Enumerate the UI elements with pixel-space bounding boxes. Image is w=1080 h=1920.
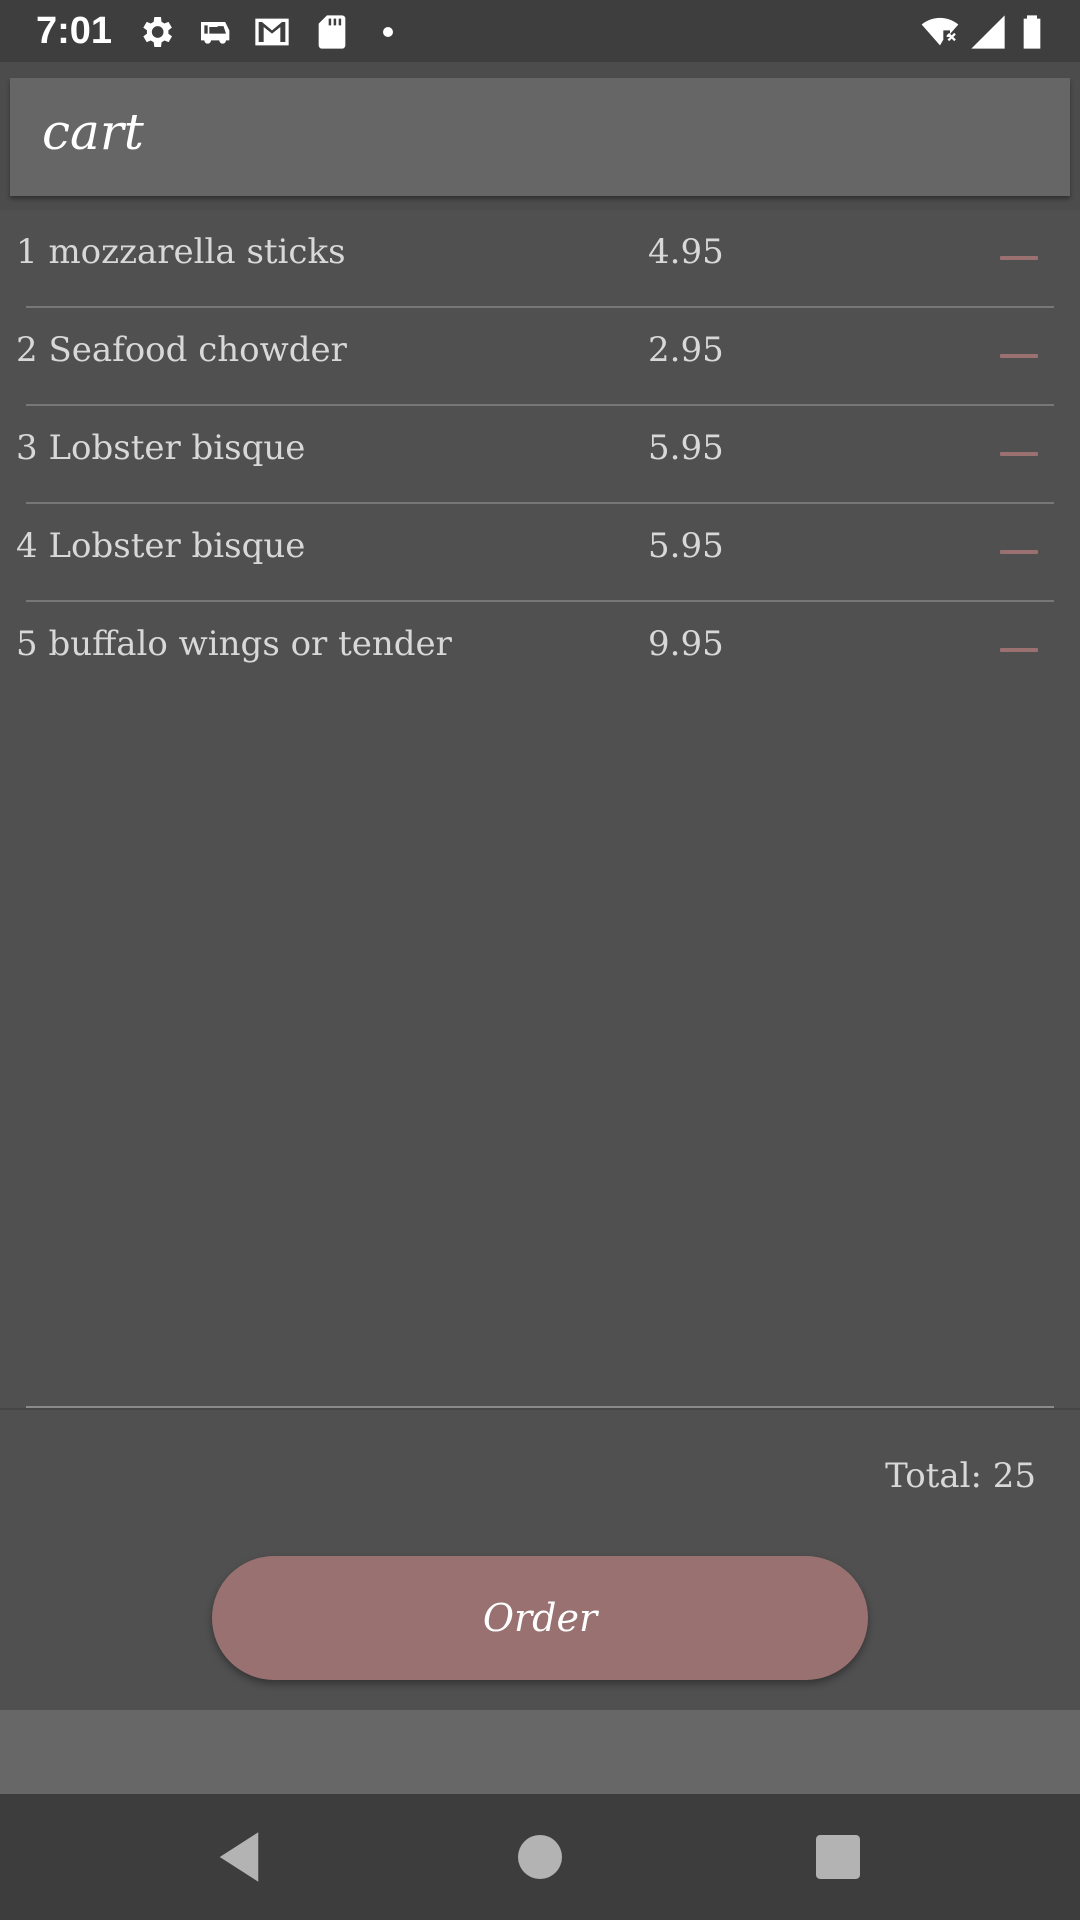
cart-item-name: 3 Lobster bisque <box>16 428 306 468</box>
minus-icon <box>1000 256 1038 260</box>
remove-item-button[interactable] <box>986 240 1054 276</box>
status-time: 7:01 <box>36 10 113 52</box>
cart-item: 5 buffalo wings or tender 9.95 <box>0 602 1080 700</box>
dot-icon <box>383 27 393 37</box>
car-icon <box>201 22 230 44</box>
bottom-bar <box>0 1710 1080 1794</box>
wifi-off-icon <box>921 17 959 46</box>
remove-item-button[interactable] <box>986 534 1054 570</box>
cart-item-price: 5.95 <box>648 526 724 566</box>
cart-item-name: 5 buffalo wings or tender <box>16 624 452 664</box>
cart-item-name: 1 mozzarella sticks <box>16 232 346 272</box>
cart-item: 2 Seafood chowder 2.95 <box>0 308 1080 406</box>
cart-item: 1 mozzarella sticks 4.95 <box>0 210 1080 308</box>
mail-icon <box>255 18 289 46</box>
cart-item-name: 2 Seafood chowder <box>16 330 347 370</box>
app-bar-container: cart <box>0 62 1080 210</box>
cart-item-name: 4 Lobster bisque <box>16 526 306 566</box>
cart-item: 4 Lobster bisque 5.95 <box>0 504 1080 602</box>
summary-divider-shadow <box>0 1408 1080 1410</box>
page-title: cart <box>42 103 144 161</box>
remove-item-button[interactable] <box>986 436 1054 472</box>
minus-icon <box>1000 648 1038 652</box>
remove-item-button[interactable] <box>986 338 1054 374</box>
cart-item-price: 2.95 <box>648 330 724 370</box>
cart-item-price: 5.95 <box>648 428 724 468</box>
sd-card-icon <box>318 15 346 49</box>
minus-icon <box>1000 354 1038 358</box>
cart-total: Total: 25 <box>885 1456 1036 1496</box>
system-nav-bar <box>0 1794 1080 1920</box>
battery-icon <box>1023 15 1041 49</box>
minus-icon <box>1000 452 1038 456</box>
back-icon[interactable] <box>206 1824 272 1890</box>
gear-icon <box>143 17 172 47</box>
signal-icon <box>971 15 1005 49</box>
home-icon[interactable] <box>507 1824 573 1890</box>
cart-item-price: 9.95 <box>648 624 724 664</box>
recents-icon[interactable] <box>805 1824 871 1890</box>
cart-item: 3 Lobster bisque 5.95 <box>0 406 1080 504</box>
order-button[interactable]: Order <box>212 1556 868 1680</box>
cart-item-price: 4.95 <box>648 232 724 272</box>
remove-item-button[interactable] <box>986 632 1054 668</box>
app-bar: cart <box>10 78 1070 196</box>
status-bar: 7:01 <box>0 0 1080 62</box>
cart-list: 1 mozzarella sticks 4.95 2 Seafood chowd… <box>0 210 1080 700</box>
minus-icon <box>1000 550 1038 554</box>
